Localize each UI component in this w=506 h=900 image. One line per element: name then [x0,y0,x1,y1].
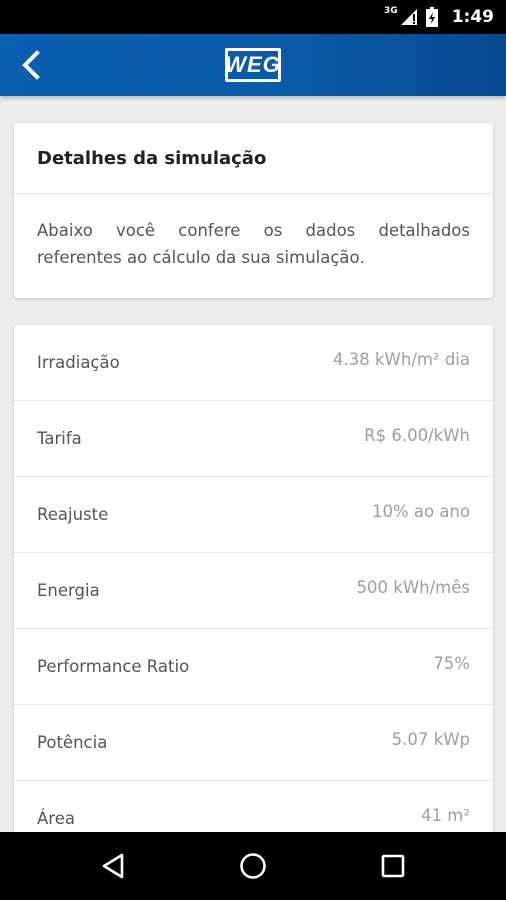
intro-card: Detalhes da simulação Abaixo você confer… [14,123,493,298]
detail-row-tarifa: Tarifa R$ 6.00/kWh [14,401,493,477]
nav-back-button[interactable] [73,832,153,900]
detail-value: 5.07 kWp [391,730,470,749]
back-button[interactable] [6,40,56,90]
detail-row-reajuste: Reajuste 10% ao ano [14,477,493,553]
nav-home-icon [240,853,266,879]
weg-logo: WEG [225,48,281,82]
detail-label: Potência [37,733,108,752]
app-bar: WEG [0,34,506,96]
detail-value: 4.38 kWh/m² dia [333,350,470,369]
card-title: Detalhes da simulação [14,123,493,194]
signal-icon [400,9,417,25]
detail-row-irradiacao: Irradiação 4.38 kWh/m² dia [14,325,493,401]
detail-row-energia: Energia 500 kWh/mês [14,553,493,629]
detail-value: 41 m² [421,806,470,825]
nav-recents-button[interactable] [353,832,433,900]
card-description: Abaixo você confere os dados detalhados … [37,221,470,267]
detail-row-performance-ratio: Performance Ratio 75% [14,629,493,705]
detail-value: 10% ao ano [371,502,470,521]
detail-row-potencia: Potência 5.07 kWp [14,705,493,781]
nav-recents-icon [381,854,405,878]
detail-label: Energia [37,581,100,600]
nav-home-button[interactable] [213,832,293,900]
network-type: 3G [384,6,398,16]
status-bar: 3G 1:49 [0,0,506,34]
nav-back-icon [102,853,124,879]
detail-label: Irradiação [37,353,120,372]
detail-label: Área [37,809,75,828]
navigation-bar [0,832,506,900]
detail-label: Performance Ratio [37,657,190,676]
detail-label: Tarifa [37,429,82,448]
detail-value: 500 kWh/mês [356,578,470,597]
back-arrow-icon [22,50,40,80]
detail-label: Reajuste [37,505,109,524]
logo-text: WEG [225,52,281,77]
battery-icon [425,7,438,27]
clock: 1:49 [451,7,494,27]
detail-value: R$ 6.00/kWh [364,426,470,445]
detail-value: 75% [433,654,470,673]
details-card: Irradiação 4.38 kWh/m² dia Tarifa R$ 6.0… [14,325,493,865]
